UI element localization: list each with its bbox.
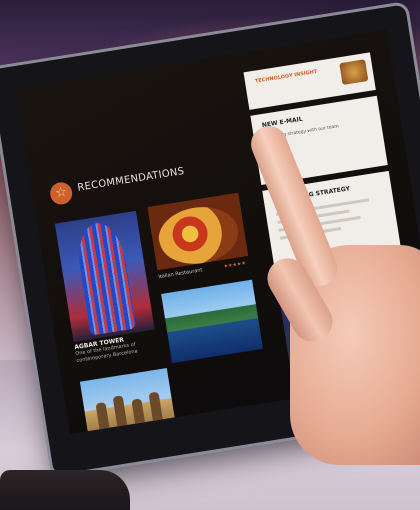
statue-image: [148, 391, 164, 425]
tech-card-title: TECHNOLOGY INSIGHT: [254, 68, 318, 85]
statue-image: [95, 402, 111, 434]
restaurant-tile[interactable]: [147, 192, 249, 271]
tower-image: [73, 219, 137, 336]
hand: [245, 115, 420, 465]
statue-image: [131, 398, 146, 428]
island-tile[interactable]: [79, 368, 177, 434]
tower-tile[interactable]: [54, 210, 155, 343]
star-icon: ☆: [48, 180, 74, 206]
food-thumbnail: [339, 59, 369, 86]
foreground-object: [0, 470, 130, 510]
recommendations-title: RECOMMENDATIONS: [76, 165, 186, 194]
photo-scene: ☆ RECOMMENDATIONS AGBAR TOWER One of the…: [0, 0, 420, 510]
restaurant-caption: Italian Restaurant: [158, 267, 203, 281]
pizza-image: [154, 201, 243, 270]
rating-stars-icon: ★★★★★: [223, 260, 247, 270]
lake-tile[interactable]: [161, 279, 263, 364]
statue-image: [112, 395, 128, 431]
